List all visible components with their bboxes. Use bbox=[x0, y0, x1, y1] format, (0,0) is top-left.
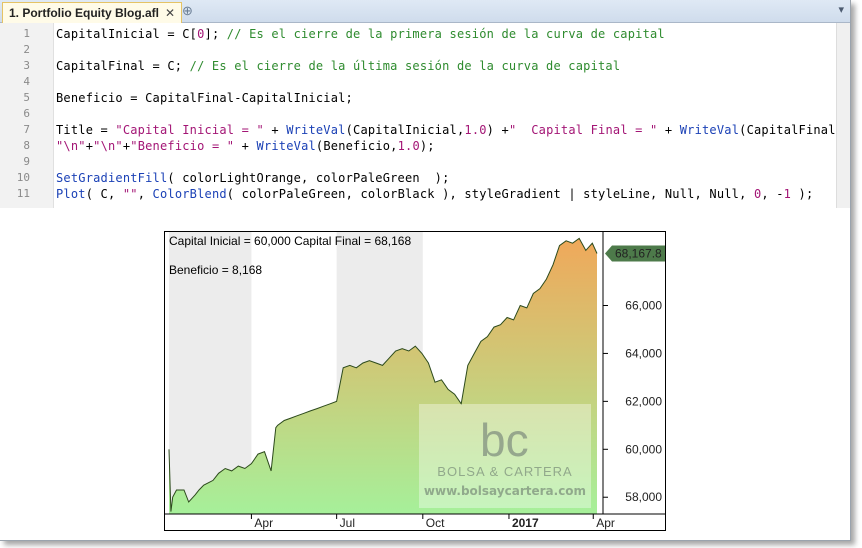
code-token: , bbox=[137, 187, 153, 201]
code-line[interactable]: 6 bbox=[0, 106, 850, 122]
code-token: Plot bbox=[56, 187, 86, 201]
code-token: WriteVal bbox=[256, 139, 316, 153]
code-token: ColorBlend bbox=[152, 187, 227, 201]
y-tick-label: 58,000 bbox=[625, 490, 662, 504]
code-line[interactable]: 11 Plot( C, "", ColorBlend( colorPaleGree… bbox=[0, 186, 850, 202]
close-icon[interactable]: ✕ bbox=[165, 4, 175, 23]
code-token: 0 bbox=[197, 27, 205, 41]
code-text: CapitalFinal = C; // Es el cierre de la … bbox=[56, 58, 620, 74]
code-text: "\n"+"\n"+"Beneficio = " + WriteVal(Bene… bbox=[56, 138, 435, 154]
code-text: SetGradientFill( colorLightOrange, color… bbox=[56, 170, 450, 186]
code-token: + bbox=[263, 123, 287, 137]
line-number: 4 bbox=[23, 75, 30, 88]
code-token: ) + bbox=[486, 123, 509, 137]
code-token: Title = bbox=[56, 123, 116, 137]
code-line[interactable]: 8 "\n"+"\n"+"Beneficio = " + WriteVal(Ben… bbox=[0, 138, 850, 154]
code-token: "Beneficio = " bbox=[130, 139, 235, 153]
code-text: Plot( C, "", ColorBlend( colorPaleGreen,… bbox=[56, 186, 813, 202]
code-token: ( colorLightOrange, colorPaleGreen ); bbox=[167, 171, 450, 185]
x-tick-label: Jul bbox=[340, 516, 355, 530]
code-token: "\n" bbox=[56, 139, 86, 153]
code-editor[interactable]: 1 CapitalInicial = C[0]; // Es el cierre … bbox=[0, 23, 850, 208]
code-text: Beneficio = CapitalFinal-CapitalInicial; bbox=[56, 90, 353, 106]
code-line[interactable]: 5 Beneficio = CapitalFinal-CapitalInicial… bbox=[0, 90, 850, 106]
code-line[interactable]: 10 SetGradientFill( colorLightOrange, col… bbox=[0, 170, 850, 186]
line-number: 8 bbox=[23, 139, 30, 152]
y-tick-label: 66,000 bbox=[625, 299, 662, 313]
x-tick-label: Oct bbox=[426, 516, 445, 530]
code-token: (CapitalInicial, bbox=[345, 123, 465, 137]
code-line[interactable]: 2 bbox=[0, 42, 850, 58]
code-token: // Es el cierre de la última sesión de l… bbox=[189, 59, 621, 73]
line-number: 9 bbox=[23, 155, 30, 168]
code-token: 1 bbox=[783, 187, 792, 201]
line-number: 7 bbox=[23, 123, 30, 136]
line-number: 1 bbox=[23, 27, 30, 40]
code-token: , - bbox=[761, 187, 784, 201]
code-line[interactable]: 3 CapitalFinal = C; // Es el cierre de la… bbox=[0, 58, 850, 74]
tab-portfolio-equity[interactable]: 1. Portfolio Equity Blog.afl ✕ bbox=[2, 2, 183, 23]
code-token: ( C, bbox=[85, 187, 123, 201]
code-line[interactable]: 7 Title = "Capital Inicial = " + WriteVal… bbox=[0, 122, 850, 138]
tab-bar: 1. Portfolio Equity Blog.afl ✕ ⊕ ▾ bbox=[0, 0, 850, 23]
line-number: 3 bbox=[23, 59, 30, 72]
chevron-down-icon[interactable]: ▾ bbox=[838, 3, 844, 16]
x-tick-label: Apr bbox=[596, 516, 615, 530]
x-tick-label: 2017 bbox=[512, 516, 539, 530]
line-number: 5 bbox=[23, 91, 30, 104]
code-line[interactable]: 4 bbox=[0, 74, 850, 90]
new-tab-icon[interactable]: ⊕ bbox=[182, 3, 193, 19]
equity-chart[interactable]: bc BOLSA & CARTERA www.bolsaycartera.com… bbox=[164, 231, 666, 531]
code-token: ); bbox=[791, 187, 814, 201]
editor-window: 1. Portfolio Equity Blog.afl ✕ ⊕ ▾ 1 Capi… bbox=[0, 0, 851, 541]
code-token: + bbox=[657, 123, 680, 137]
code-token: + bbox=[234, 139, 257, 153]
code-token: "Capital Inicial = " bbox=[115, 123, 264, 137]
code-token: WriteVal bbox=[679, 123, 740, 137]
code-token: CapitalInicial = C[ bbox=[56, 27, 198, 41]
code-token: (Beneficio, bbox=[315, 139, 398, 153]
code-token: ); bbox=[419, 139, 435, 153]
code-token: 1.0 bbox=[397, 139, 420, 153]
line-number: 2 bbox=[23, 43, 30, 56]
last-value-label: 68,167.8 bbox=[615, 247, 662, 261]
chart-title: Capital Inicial = 60,000 Capital Final =… bbox=[169, 234, 412, 248]
y-tick-label: 60,000 bbox=[625, 442, 662, 456]
y-tick-label: 62,000 bbox=[625, 394, 662, 408]
line-number: 10 bbox=[16, 171, 30, 184]
watermark-name: BOLSA & CARTERA bbox=[437, 464, 572, 479]
chart-subtitle: Beneficio = 8,168 bbox=[169, 263, 263, 277]
last-value-badge: 68,167.8 bbox=[605, 245, 665, 262]
code-token: // Es el cierre de la primera sesión de … bbox=[226, 27, 665, 41]
code-token: "" bbox=[122, 187, 138, 201]
code-token: Beneficio = CapitalFinal-CapitalInicial; bbox=[56, 91, 353, 105]
code-token: " Capital Final = " bbox=[508, 123, 658, 137]
line-number: 11 bbox=[16, 187, 30, 200]
vertical-scrollbar[interactable] bbox=[836, 23, 850, 208]
code-token: (CapitalFinal, bbox=[739, 123, 844, 137]
code-token: ]; bbox=[204, 27, 227, 41]
line-number: 6 bbox=[23, 107, 30, 120]
watermark: bc BOLSA & CARTERA www.bolsaycartera.com bbox=[419, 404, 591, 508]
watermark-logo: bc bbox=[480, 414, 529, 466]
code-token: CapitalFinal = C; bbox=[56, 59, 190, 73]
code-text: Title = "Capital Inicial = " + WriteVal(… bbox=[56, 122, 850, 138]
code-token: ( colorPaleGreen, colorBlack ), styleGra… bbox=[226, 187, 754, 201]
x-tick-label: Apr bbox=[254, 516, 273, 530]
code-token: "\n" bbox=[93, 139, 123, 153]
code-token: WriteVal bbox=[286, 123, 346, 137]
watermark-url: www.bolsaycartera.com bbox=[424, 484, 586, 498]
code-line[interactable]: 1 CapitalInicial = C[0]; // Es el cierre … bbox=[0, 26, 850, 42]
tab-title: 1. Portfolio Equity Blog.afl bbox=[9, 5, 159, 20]
code-token: SetGradientFill bbox=[56, 171, 168, 185]
code-text: CapitalInicial = C[0]; // Es el cierre d… bbox=[56, 26, 665, 42]
code-token: 1.0 bbox=[464, 123, 487, 137]
y-tick-label: 64,000 bbox=[625, 346, 662, 360]
code-line[interactable]: 9 bbox=[0, 154, 850, 170]
